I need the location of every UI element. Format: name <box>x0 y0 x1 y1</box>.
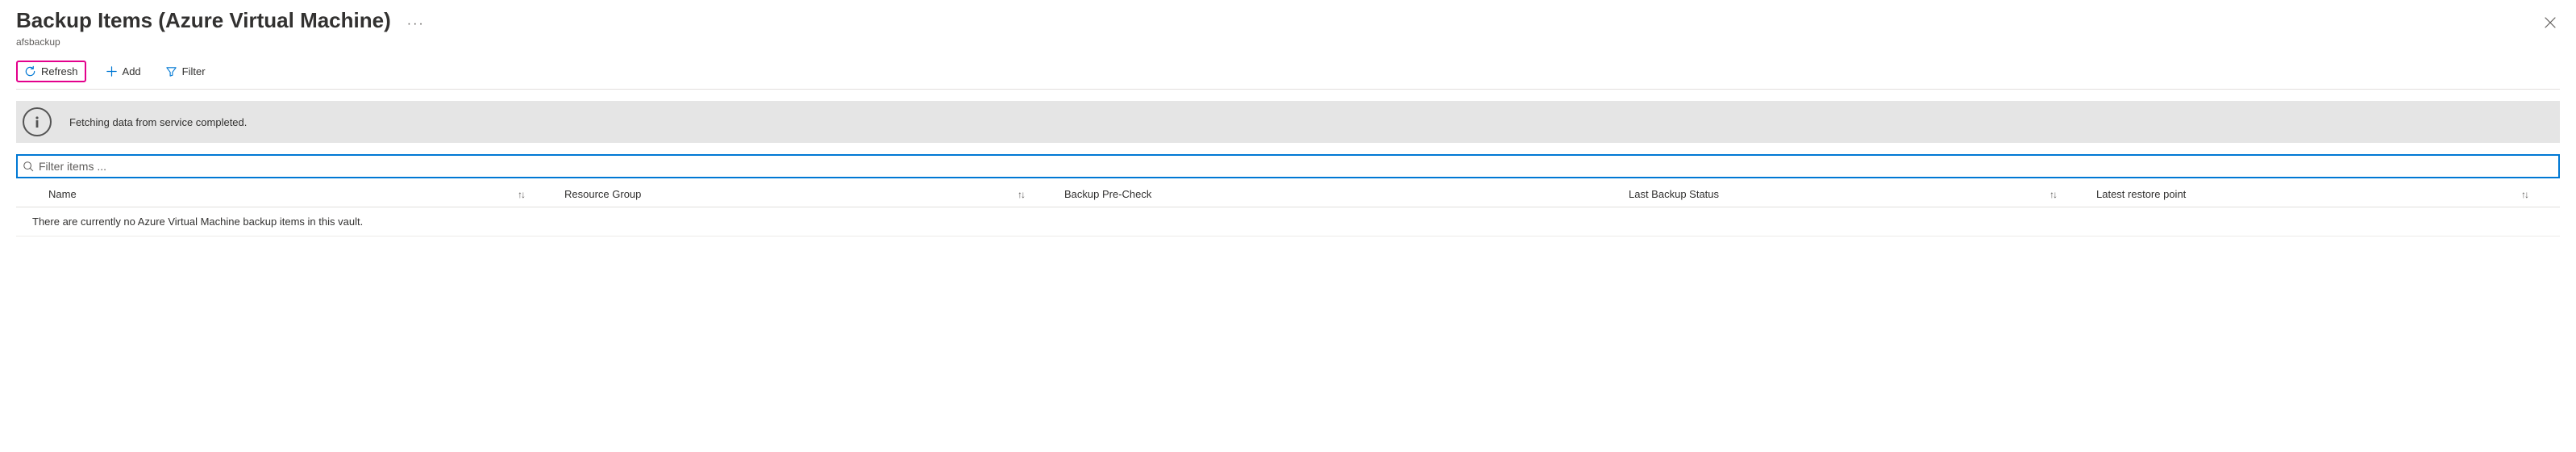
add-label: Add <box>123 65 141 77</box>
column-name-label: Name <box>48 188 77 200</box>
search-icon <box>23 161 34 172</box>
info-icon <box>23 107 52 136</box>
column-name[interactable]: Name ↑↓ <box>16 188 548 200</box>
column-resource-group-label: Resource Group <box>564 188 641 200</box>
filter-button[interactable]: Filter <box>160 62 210 81</box>
empty-state-message: There are currently no Azure Virtual Mac… <box>16 207 2560 236</box>
info-message: Fetching data from service completed. <box>69 116 247 128</box>
filter-label: Filter <box>182 65 206 77</box>
info-banner: Fetching data from service completed. <box>16 101 2560 143</box>
column-last-backup-status-label: Last Backup Status <box>1629 188 1719 200</box>
filter-items-input[interactable] <box>39 160 2553 173</box>
column-backup-pre-check[interactable]: Backup Pre-Check <box>1048 188 1629 200</box>
page-title: Backup Items (Azure Virtual Machine) <box>16 8 391 33</box>
sort-icon: ↑↓ <box>1017 189 1024 200</box>
filter-items-field[interactable] <box>16 154 2560 178</box>
command-bar: Refresh Add Filter <box>16 61 2560 90</box>
funnel-icon <box>165 65 177 77</box>
sort-icon: ↑↓ <box>518 189 524 200</box>
refresh-button[interactable]: Refresh <box>16 61 86 82</box>
blade-header: Backup Items (Azure Virtual Machine) ···… <box>16 8 2560 48</box>
column-latest-restore-point-label: Latest restore point <box>2096 188 2186 200</box>
refresh-label: Refresh <box>41 65 78 77</box>
plus-icon <box>106 65 118 77</box>
more-actions-icon[interactable]: ··· <box>407 17 425 35</box>
column-resource-group[interactable]: Resource Group ↑↓ <box>548 188 1048 200</box>
column-last-backup-status[interactable]: Last Backup Status ↑↓ <box>1629 188 2080 200</box>
add-button[interactable]: Add <box>101 62 146 81</box>
sort-icon: ↑↓ <box>2521 189 2528 200</box>
refresh-icon <box>24 65 36 77</box>
column-backup-pre-check-label: Backup Pre-Check <box>1064 188 1151 200</box>
close-icon[interactable] <box>2541 13 2560 35</box>
table-header-row: Name ↑↓ Resource Group ↑↓ Backup Pre-Che… <box>16 182 2560 207</box>
breadcrumb[interactable]: afsbackup <box>16 36 425 48</box>
column-latest-restore-point[interactable]: Latest restore point ↑↓ <box>2080 188 2560 200</box>
sort-icon: ↑↓ <box>2050 189 2056 200</box>
